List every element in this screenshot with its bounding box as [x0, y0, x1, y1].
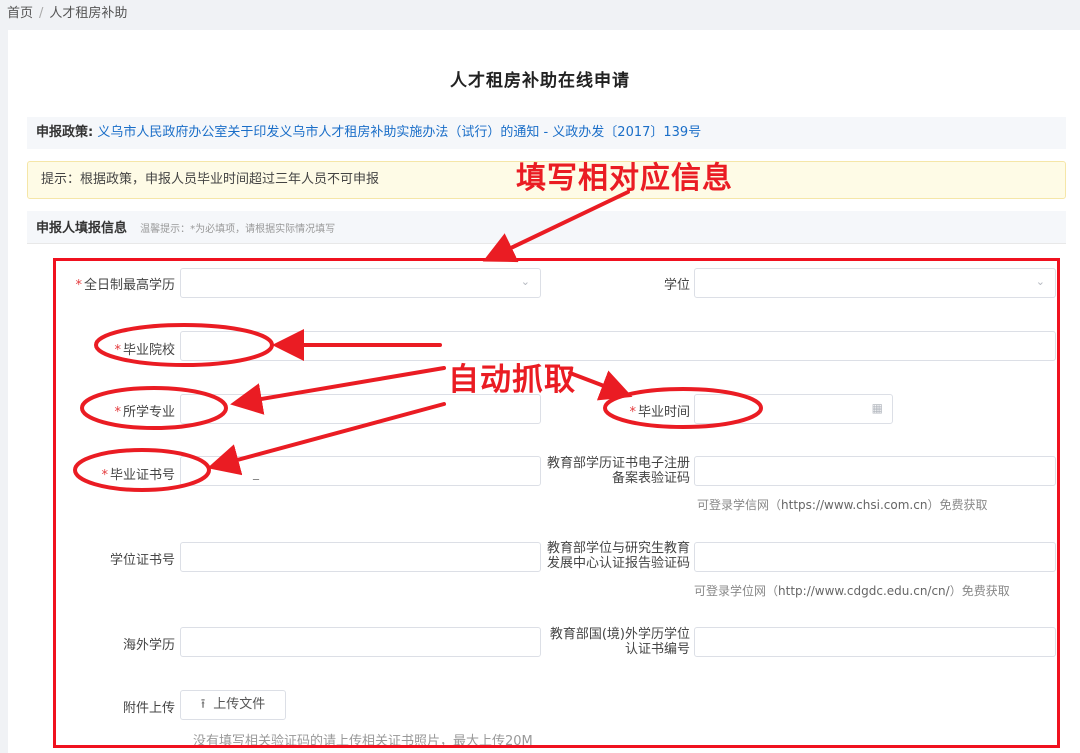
degree-cert-label: 学位证书号	[109, 553, 175, 568]
required-mark: *	[114, 343, 121, 358]
cdgdc-help: 可登录学位网（http://www.cdgdc.edu.cn/cn/）免费获取	[694, 584, 1010, 598]
cdgdc-label: 教育部学位与研究生教育发展中心认证报告验证码	[546, 541, 690, 571]
degree-label: 学位	[663, 278, 690, 293]
major-label: * 所学专业	[114, 405, 175, 420]
grad-time-label: * 毕业时间	[629, 405, 690, 420]
chsi-link[interactable]: https://www.chsi.com.cn	[781, 498, 927, 512]
policy-link[interactable]: 义乌市人民政府办公室关于印发义乌市人才租房补助实施办法（试行）的通知 - 义政办…	[97, 125, 701, 140]
text-caret: _	[253, 466, 259, 480]
required-mark: *	[629, 405, 636, 420]
degree-select[interactable]: ⌄	[694, 268, 1056, 298]
grad-time-input[interactable]: ▦	[694, 394, 893, 424]
school-label: * 毕业院校	[114, 343, 175, 358]
chsi-help: 可登录学信网（https://www.chsi.com.cn）免费获取	[697, 498, 988, 512]
breadcrumb-separator: /	[39, 6, 44, 21]
overseas-cert-input[interactable]	[694, 627, 1056, 657]
policy-label: 申报政策:	[36, 125, 94, 140]
required-mark: *	[75, 278, 82, 293]
breadcrumb-current: 人才租房补助	[49, 6, 128, 21]
upload-help: 没有填写相关验证码的请上传相关证书照片，最大上传20M	[193, 734, 533, 749]
attach-label: 附件上传	[122, 701, 175, 716]
grad-cert-input[interactable]: _	[180, 456, 541, 486]
edu-select[interactable]: ⌄	[180, 268, 541, 298]
upload-button-label: 上传文件	[213, 697, 266, 712]
section-hint: 温馨提示：*为必填项，请根据实际情况填写	[140, 224, 336, 235]
annotation-auto-fetch: 自动抓取	[448, 362, 576, 398]
overseas-label: 海外学历	[122, 638, 175, 653]
cdgdc-link[interactable]: http://www.cdgdc.edu.cn/cn/	[778, 584, 950, 598]
section-divider	[27, 243, 1066, 244]
breadcrumb: 首页 / 人才租房补助	[7, 2, 127, 21]
chsi-code-input[interactable]	[694, 456, 1056, 486]
required-mark: *	[101, 468, 108, 483]
upload-icon: ⭱	[200, 697, 206, 712]
degree-cert-input[interactable]	[180, 542, 541, 572]
page-title: 人才租房补助在线申请	[450, 71, 630, 91]
upload-button[interactable]: ⭱ 上传文件	[180, 690, 286, 720]
section-header: 申报人填报信息 温馨提示：*为必填项，请根据实际情况填写	[27, 211, 1066, 243]
section-title: 申报人填报信息	[36, 221, 128, 236]
overseas-cert-label: 教育部国(境)外学历学位认证书编号	[549, 627, 690, 657]
edu-label: * 全日制最高学历	[75, 278, 175, 293]
overseas-input[interactable]	[180, 627, 541, 657]
school-input[interactable]	[180, 331, 1056, 361]
calendar-icon: ▦	[871, 401, 883, 415]
policy-bar: 申报政策: 义乌市人民政府办公室关于印发义乌市人才租房补助实施办法（试行）的通知…	[27, 117, 1066, 149]
breadcrumb-home[interactable]: 首页	[7, 6, 33, 21]
required-mark: *	[114, 405, 121, 420]
grad-cert-label: * 毕业证书号	[101, 468, 175, 483]
chsi-label: 教育部学历证书电子注册备案表验证码	[546, 456, 690, 486]
cdgdc-code-input[interactable]	[694, 542, 1056, 572]
tip-text: 提示：根据政策，申报人员毕业时间超过三年人员不可申报	[41, 172, 380, 187]
annotation-fill-info: 填写相对应信息	[516, 161, 733, 196]
chevron-down-icon: ⌄	[520, 275, 530, 288]
chevron-down-icon: ⌄	[1035, 275, 1045, 288]
